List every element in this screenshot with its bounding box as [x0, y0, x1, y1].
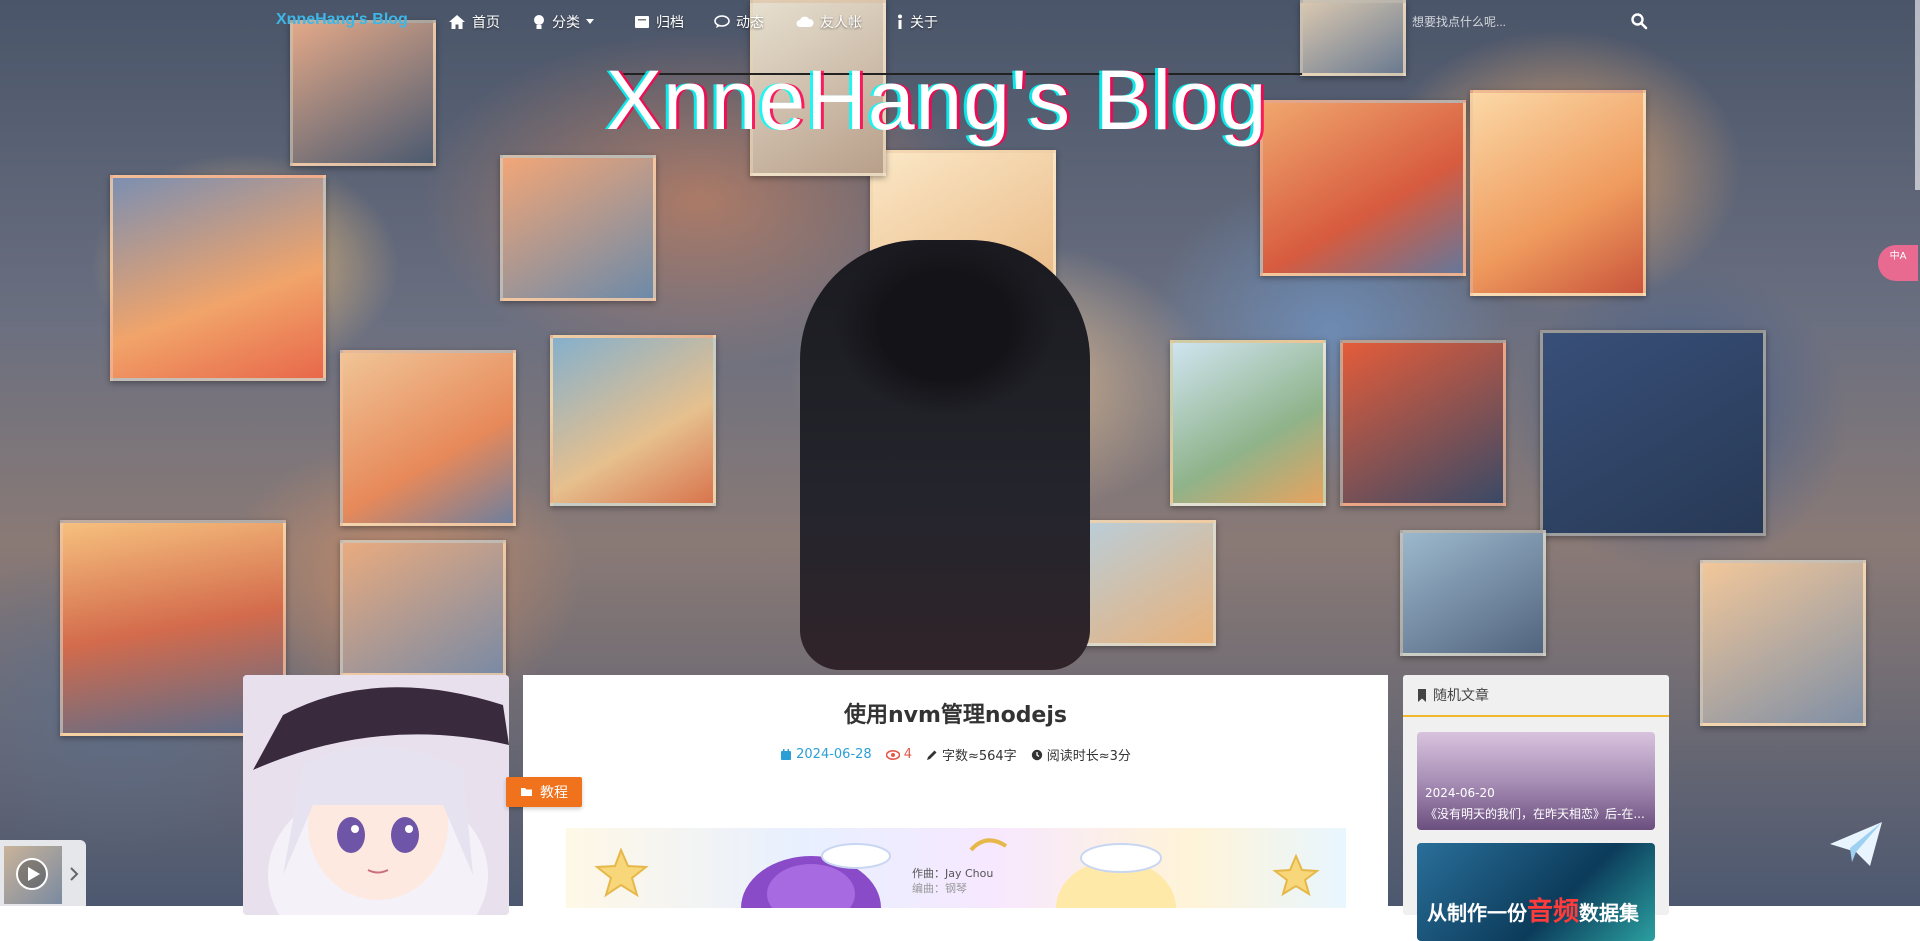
sidebar-post-2[interactable]: 从制作一份音频数据集 [1417, 843, 1655, 941]
hero-title: XnneHang's Blog [606, 53, 1268, 147]
sidebar-post-2-prefix: 从制作一份 [1427, 901, 1527, 925]
nav-item-archive[interactable]: 归档 [634, 12, 684, 32]
sidebar-title: 随机文章 [1433, 688, 1489, 704]
cover-music-line1: 作曲：Jay Chou [912, 867, 994, 880]
nav-item-categories[interactable]: 分类 [532, 12, 594, 32]
nav-item-home[interactable]: 首页 [448, 12, 500, 32]
article-cover-image[interactable]: 作曲：Jay Chou 编曲：钢琴 [566, 828, 1346, 908]
archive-icon [635, 16, 649, 28]
article-title[interactable]: 使用nvm管理nodejs [523, 697, 1388, 729]
caret-down-icon [586, 19, 594, 24]
article-word-count-text: 字数≈564字 [941, 749, 1017, 764]
info-icon [898, 14, 902, 29]
sidebar-post-date: 2024-06-20 [1425, 786, 1495, 800]
author-avatar [243, 675, 509, 915]
search-input[interactable] [1410, 8, 1654, 36]
nav-item-label: 关于 [910, 15, 938, 31]
sidebar-post-2-highlight: 音频 [1527, 897, 1580, 927]
article-read-time-text: 阅读时长≈3分 [1046, 749, 1131, 764]
music-player [0, 840, 86, 906]
article-word-count: 字数≈564字 [926, 745, 1017, 764]
nav-item-label: 首页 [472, 15, 500, 31]
eye-icon [885, 749, 900, 760]
article-read-time: 阅读时长≈3分 [1031, 745, 1131, 764]
top-navbar: XnneHang's Blog 首页 分类 归档 动态 友人帐 关于 [0, 0, 1920, 44]
paper-plane-icon[interactable] [1828, 820, 1884, 868]
article-views: 4 [885, 745, 912, 764]
sidebar-post-1[interactable]: 2024-06-20 《没有明天的我们，在昨天相恋》后-在... [1417, 732, 1655, 830]
category-tag[interactable]: 教程 [506, 777, 582, 807]
article-date-text: 2024-06-28 [796, 747, 872, 762]
sidebar-post-2-suffix: 数据集 [1579, 901, 1640, 925]
nav-item-moments[interactable]: 动态 [714, 12, 764, 32]
folder-open-icon [521, 788, 532, 796]
scrollbar-thumb[interactable] [1915, 0, 1920, 190]
bookmark-icon [1418, 688, 1426, 702]
chevron-right-icon[interactable] [68, 866, 80, 882]
hero-character [800, 240, 1090, 670]
language-toggle-label: 中A [1889, 251, 1907, 262]
pencil-icon [926, 750, 937, 760]
clock-icon [1031, 749, 1042, 760]
category-tag-label: 教程 [540, 785, 568, 801]
calendar-icon [781, 748, 792, 760]
article-meta: 2024-06-28 4 字数≈564字 阅读时长≈3分 [523, 745, 1388, 764]
sidebar-random-posts: 随机文章 2024-06-20 《没有明天的我们，在昨天相恋》后-在... 从制… [1403, 675, 1669, 941]
nav-item-about[interactable]: 关于 [896, 12, 938, 32]
language-toggle[interactable]: 中A [1878, 245, 1918, 281]
play-icon[interactable] [14, 856, 50, 892]
nav-item-label: 友人帐 [820, 15, 862, 31]
article-date: 2024-06-28 [780, 745, 872, 764]
sidebar-post-2-title: 从制作一份音频数据集 [1427, 891, 1639, 928]
cover-music-line2: 编曲：钢琴 [912, 882, 967, 895]
nav-item-label: 归档 [656, 15, 684, 31]
cover-music-credit: 作曲：Jay Chou 编曲：钢琴 [912, 866, 993, 896]
chat-icon [714, 15, 730, 28]
author-avatar-card[interactable] [243, 675, 509, 915]
home-icon [449, 15, 465, 29]
site-brand-link[interactable]: XnneHang's Blog [276, 11, 408, 29]
search-icon[interactable] [1630, 12, 1648, 30]
nav-item-friends[interactable]: 友人帐 [796, 12, 862, 32]
lightbulb-icon [534, 15, 544, 29]
article-views-count: 4 [903, 747, 912, 762]
sidebar-post-title: 《没有明天的我们，在昨天相恋》后-在... [1425, 807, 1645, 821]
nav-item-label: 分类 [552, 15, 580, 31]
nav-item-label: 动态 [736, 15, 764, 31]
sidebar-header: 随机文章 [1403, 675, 1669, 717]
cloud-icon [796, 16, 814, 27]
